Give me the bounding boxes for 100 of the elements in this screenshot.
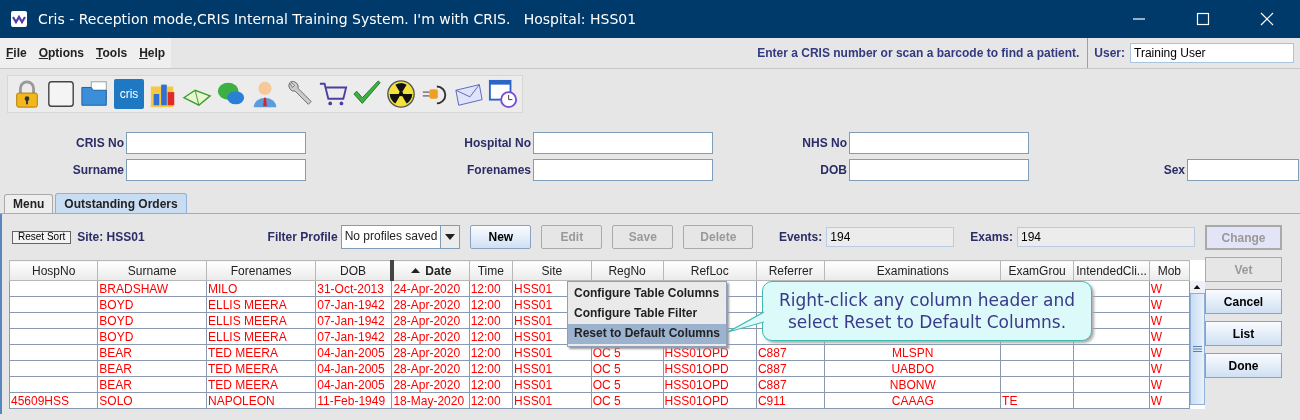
search-field[interactable] bbox=[533, 132, 713, 154]
table-cell: HSS01 bbox=[514, 297, 553, 312]
table-cell: 11-Feb-1949 bbox=[317, 393, 386, 408]
table-cell: 28-Apr-2020 bbox=[393, 345, 461, 360]
table-cell: BEAR bbox=[99, 377, 132, 392]
column-header[interactable]: RegNo bbox=[591, 260, 664, 281]
table-cell: 12:00 bbox=[470, 393, 501, 408]
search-field[interactable] bbox=[849, 159, 1029, 181]
tab[interactable]: Outstanding Orders bbox=[55, 193, 187, 213]
table-cell: TE bbox=[1002, 393, 1018, 408]
column-header[interactable]: Date bbox=[391, 260, 470, 281]
counter-field[interactable]: 194 bbox=[1017, 227, 1195, 247]
menu-item[interactable]: Options bbox=[38, 46, 85, 60]
table-cell: OC 5 bbox=[592, 393, 621, 408]
counter-field[interactable]: 194 bbox=[826, 227, 955, 247]
reset-sort-button[interactable]: Reset Sort bbox=[12, 230, 72, 244]
column-header[interactable]: ExamGrou bbox=[1000, 260, 1074, 281]
side-button[interactable]: Done bbox=[1205, 353, 1282, 378]
table-cell: BOYD bbox=[99, 313, 134, 328]
user-field[interactable]: Training User bbox=[1130, 43, 1294, 63]
sort-ascending-icon bbox=[411, 267, 421, 273]
table-cell: HSS01OPD bbox=[664, 393, 729, 408]
menu-item[interactable]: Tools bbox=[96, 46, 128, 60]
menu-item[interactable]: Help bbox=[139, 46, 166, 60]
side-button[interactable]: Cancel bbox=[1205, 289, 1282, 314]
table-cell: 12:00 bbox=[470, 313, 501, 328]
table-cell: HSS01 bbox=[514, 345, 553, 360]
field-label: CRIS No bbox=[76, 136, 124, 150]
context-menu-item[interactable]: Reset to Default Columns bbox=[568, 324, 726, 344]
table-cell: BEAR bbox=[99, 361, 132, 376]
window-clock-icon[interactable] bbox=[488, 79, 518, 109]
table-cell: OC 5 bbox=[592, 361, 621, 376]
field-label: DOB bbox=[820, 163, 847, 177]
table-cell: W bbox=[1150, 297, 1163, 312]
table-cell: 07-Jan-1942 bbox=[317, 313, 385, 328]
table-cell: 12:00 bbox=[470, 297, 501, 312]
table-cell: TED MEERA bbox=[208, 345, 278, 360]
search-hint: Enter a CRIS number or scan a barcode to find a patient. bbox=[757, 46, 1081, 60]
scroll-up-icon[interactable] bbox=[1192, 284, 1203, 289]
column-header[interactable]: IntendedCli... bbox=[1073, 260, 1150, 281]
side-button[interactable]: List bbox=[1205, 321, 1282, 346]
table-cell: HSS01OPD bbox=[664, 345, 729, 360]
filter-profile-dropdown[interactable]: No profiles saved bbox=[340, 225, 461, 249]
field-label: Surname bbox=[72, 163, 124, 177]
radiation-icon[interactable] bbox=[386, 79, 416, 109]
folder-icon[interactable] bbox=[80, 79, 110, 109]
search-field[interactable] bbox=[849, 132, 1029, 154]
column-header[interactable]: Forenames bbox=[206, 260, 316, 281]
context-menu-item[interactable]: Configure Table Columns bbox=[568, 284, 726, 304]
table-cell: HSS01 bbox=[514, 377, 553, 392]
table-cell: 04-Jan-2005 bbox=[317, 361, 385, 376]
table-cell: HSS01 bbox=[514, 313, 553, 328]
table-cell: HSS01OPD bbox=[664, 377, 729, 392]
column-header[interactable]: HospNo bbox=[9, 260, 98, 281]
table-cell: HSS01 bbox=[514, 361, 553, 376]
maximize-icon[interactable] bbox=[1196, 12, 1210, 26]
column-header[interactable]: RefLoc bbox=[663, 260, 757, 281]
table-cell: W bbox=[1150, 329, 1163, 344]
table-cell: 28-Apr-2020 bbox=[393, 329, 461, 344]
table-cell: W bbox=[1150, 377, 1163, 392]
column-header[interactable]: Mob bbox=[1149, 260, 1190, 281]
table-cell: 28-Apr-2020 bbox=[393, 377, 461, 392]
search-field[interactable] bbox=[126, 159, 306, 181]
menu-item[interactable]: File bbox=[6, 46, 27, 60]
tab[interactable]: Menu bbox=[4, 194, 54, 213]
table-cell: HSS01 bbox=[514, 281, 553, 296]
column-header[interactable]: Surname bbox=[97, 260, 207, 281]
table-cell: ELLIS MEERA bbox=[208, 297, 287, 312]
search-field[interactable] bbox=[126, 132, 306, 154]
table-cell: ELLIS MEERA bbox=[208, 329, 287, 344]
search-field[interactable] bbox=[533, 159, 713, 181]
table-cell: 12:00 bbox=[470, 361, 501, 376]
counter-label: Events: bbox=[778, 230, 823, 244]
table-cell: W bbox=[1150, 393, 1163, 408]
callout-text: Right-click any column header and select Reset to Default Columns. bbox=[777, 289, 1077, 333]
search-field[interactable] bbox=[1187, 159, 1299, 181]
filter-profile-label: Filter Profile bbox=[267, 230, 338, 244]
counter-label: Exams: bbox=[970, 230, 1013, 244]
close-icon[interactable] bbox=[1260, 12, 1274, 26]
table-cell: NBONW bbox=[889, 377, 936, 392]
column-header[interactable]: Site bbox=[512, 260, 592, 281]
table-cell: 45609HSS bbox=[11, 393, 70, 408]
table-cell: NAPOLEON bbox=[208, 393, 275, 408]
column-header[interactable]: Referrer bbox=[756, 260, 825, 281]
table-cell: 07-Jan-1942 bbox=[317, 297, 385, 312]
column-header[interactable]: Examinations bbox=[824, 260, 1001, 281]
table-cell: 04-Jan-2005 bbox=[317, 377, 385, 392]
table-cell: C911 bbox=[757, 393, 786, 408]
table-cell: ELLIS MEERA bbox=[208, 313, 287, 328]
table-cell: BOYD bbox=[99, 329, 134, 344]
column-header[interactable]: DOB bbox=[315, 260, 392, 281]
table-cell: HSS01 bbox=[514, 393, 553, 408]
context-menu-item[interactable]: Configure Table Filter bbox=[568, 304, 726, 324]
column-header[interactable]: Time bbox=[469, 260, 513, 281]
table-cell: TED MEERA bbox=[208, 377, 278, 392]
cris-logo-button[interactable]: cris bbox=[114, 79, 144, 109]
table-cell: 07-Jan-1942 bbox=[317, 329, 385, 344]
site-label: Site: HSS01 bbox=[77, 230, 145, 244]
blank-page-icon[interactable] bbox=[46, 79, 76, 109]
action-button[interactable]: New bbox=[470, 225, 532, 249]
